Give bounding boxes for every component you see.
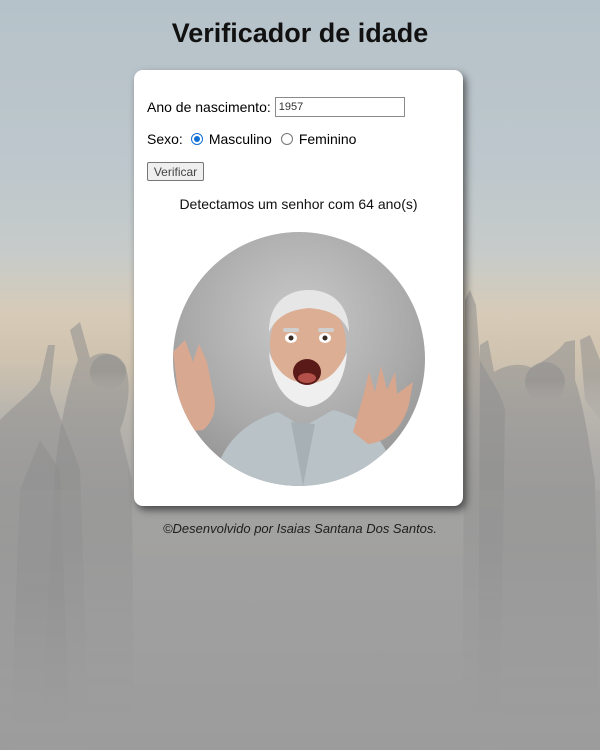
shouting-old-man-image [173, 232, 425, 486]
birth-year-input[interactable] [274, 97, 405, 117]
radio-feminino-label[interactable]: Feminino [299, 131, 357, 147]
result-photo [173, 232, 425, 486]
footer-credit: ©Desenvolvido por Isaias Santana Dos San… [162, 521, 438, 536]
radio-masculino[interactable] [190, 133, 203, 145]
radio-feminino[interactable] [280, 133, 293, 145]
page-title: Verificador de idade [171, 18, 429, 48]
verify-button[interactable]: Verificar [147, 162, 204, 181]
result-text: Detectamos um senhor com 64 ano(s) [179, 196, 418, 212]
birth-year-row: Ano de nascimento: [147, 97, 405, 117]
birth-year-label: Ano de nascimento: [147, 99, 271, 115]
sex-row: Sexo: Masculino Feminino [147, 131, 365, 147]
sex-label: Sexo: [147, 131, 183, 147]
radio-masculino-label[interactable]: Masculino [209, 131, 272, 147]
age-checker-card: Ano de nascimento: Sexo: Masculino Femin… [134, 70, 463, 506]
